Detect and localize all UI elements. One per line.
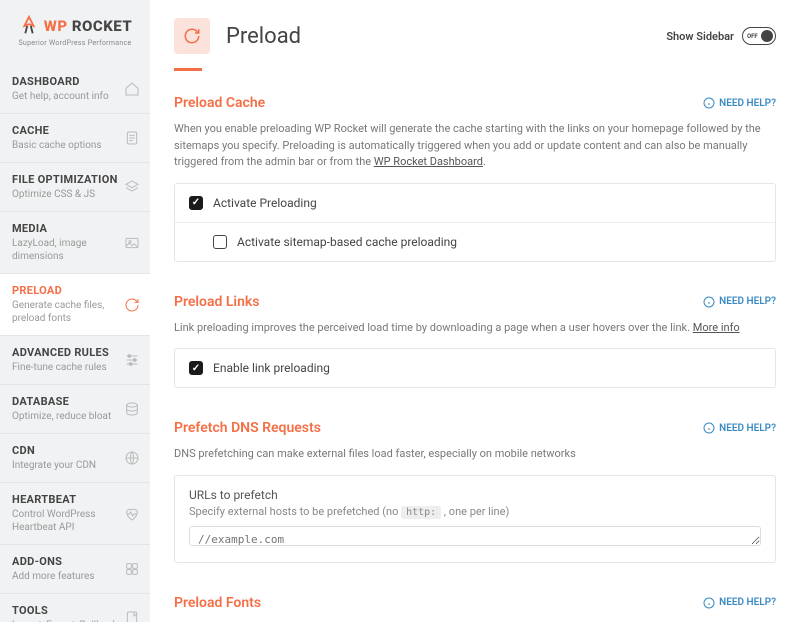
- option-enable-link-preloading[interactable]: Enable link preloading: [175, 349, 775, 387]
- show-sidebar-control: Show Sidebar OFF: [666, 27, 776, 45]
- rocket-icon: [18, 15, 40, 37]
- info-icon: [703, 597, 715, 609]
- home-icon: [124, 81, 140, 97]
- menu-title: FILE OPTIMIZATION: [12, 173, 138, 186]
- tools-icon: [124, 610, 140, 622]
- file-icon: [124, 130, 140, 146]
- sidebar-item-cache[interactable]: CACHE Basic cache options: [0, 114, 150, 163]
- sidebar-item-media[interactable]: MEDIA LazyLoad, image dimensions: [0, 212, 150, 274]
- page-title: Preload: [226, 24, 666, 49]
- show-sidebar-toggle[interactable]: OFF: [742, 27, 776, 45]
- database-icon: [124, 401, 140, 417]
- section-title: Preload Cache: [174, 95, 703, 111]
- sidebar-item-tools[interactable]: TOOLSImport, Export, Rollback: [0, 594, 150, 622]
- need-help-link[interactable]: NEED HELP?: [703, 97, 776, 109]
- sidebar-item-add-ons[interactable]: ADD-ONS Add more features: [0, 545, 150, 594]
- menu-title: CACHE: [12, 124, 138, 137]
- more-info-link[interactable]: More info: [693, 321, 740, 334]
- menu-title: ADVANCED RULES: [12, 346, 138, 359]
- preload-links-options: Enable link preloading: [174, 348, 776, 388]
- puzzle-icon: [124, 561, 140, 577]
- sidebar-item-dashboard[interactable]: DASHBOARD Get help, account info: [0, 65, 150, 114]
- menu-desc: Control WordPress Heartbeat API: [12, 508, 138, 534]
- menu-desc: LazyLoad, image dimensions: [12, 237, 138, 263]
- sidebar-item-file-optimization[interactable]: FILE OPTIMIZATION Optimize CSS & JS: [0, 163, 150, 212]
- menu-desc: Optimize, reduce bloat: [12, 410, 138, 423]
- dashboard-link[interactable]: WP Rocket Dashboard: [374, 155, 483, 168]
- show-sidebar-label: Show Sidebar: [666, 30, 734, 43]
- refresh-icon: [183, 27, 201, 45]
- menu-title: CDN: [12, 444, 138, 457]
- section-prefetch-dns: Prefetch DNS Requests NEED HELP? DNS pre…: [174, 420, 776, 563]
- menu-title: MEDIA: [12, 222, 138, 235]
- section-description: When you enable preloading WP Rocket wil…: [174, 121, 776, 171]
- section-title: Prefetch DNS Requests: [174, 420, 703, 436]
- menu-desc: Basic cache options: [12, 139, 138, 152]
- checkbox-sitemap-preloading[interactable]: [213, 235, 227, 249]
- menu-title: HEARTBEAT: [12, 493, 138, 506]
- option-sitemap-preloading[interactable]: Activate sitemap-based cache preloading: [175, 222, 775, 261]
- menu-desc: Optimize CSS & JS: [12, 188, 138, 201]
- menu-desc: Add more features: [12, 570, 138, 583]
- checkbox-activate-preloading[interactable]: [189, 196, 203, 210]
- sidebar-menu: DASHBOARD Get help, account info CACHE Basi…: [0, 65, 150, 622]
- info-icon: [703, 97, 715, 109]
- menu-title: TOOLS: [12, 604, 138, 617]
- checkbox-link-preloading[interactable]: [189, 361, 203, 375]
- logo-tagline: Superior WordPress Performance: [18, 39, 131, 47]
- globe-icon: [124, 450, 140, 466]
- logo: WP ROCKET Superior WordPress Performance: [0, 0, 150, 65]
- refresh-icon: [124, 297, 140, 313]
- prefetch-urls-box: URLs to prefetch Specify external hosts …: [174, 475, 776, 563]
- section-description: DNS prefetching can make external files …: [174, 446, 776, 463]
- info-icon: [703, 296, 715, 308]
- preload-header-icon: [174, 18, 210, 54]
- need-help-link[interactable]: NEED HELP?: [703, 597, 776, 609]
- urls-title: URLs to prefetch: [189, 488, 761, 502]
- section-description: Link preloading improves the perceived l…: [174, 320, 776, 337]
- menu-title: DATABASE: [12, 395, 138, 408]
- sidebar-item-cdn[interactable]: CDN Integrate your CDN: [0, 434, 150, 483]
- layers-icon: [124, 179, 140, 195]
- image-icon: [124, 235, 140, 251]
- toggle-knob: [761, 30, 773, 42]
- preload-cache-options: Activate Preloading Activate sitemap-bas…: [174, 183, 776, 262]
- menu-desc: Fine-tune cache rules: [12, 361, 138, 374]
- main-content: Preload Show Sidebar OFF Preload Cache N…: [150, 0, 800, 622]
- logo-text: WP ROCKET: [44, 17, 132, 35]
- sidebar-item-database[interactable]: DATABASE Optimize, reduce bloat: [0, 385, 150, 434]
- section-preload-links: Preload Links NEED HELP? Link preloading…: [174, 294, 776, 389]
- sliders-icon: [124, 352, 140, 368]
- urls-desc: Specify external hosts to be prefetched …: [189, 505, 761, 518]
- sidebar-item-preload[interactable]: PRELOAD Generate cache files, preload fon…: [0, 274, 150, 336]
- option-activate-preloading[interactable]: Activate Preloading: [175, 184, 775, 222]
- heart-icon: [124, 506, 140, 522]
- menu-desc: Generate cache files, preload fonts: [12, 299, 138, 325]
- info-icon: [703, 422, 715, 434]
- prefetch-urls-input[interactable]: [189, 526, 761, 546]
- need-help-link[interactable]: NEED HELP?: [703, 422, 776, 434]
- menu-desc: Integrate your CDN: [12, 459, 138, 472]
- section-preload-fonts: Preload Fonts NEED HELP? Improves perfor…: [174, 595, 776, 622]
- section-title: Preload Fonts: [174, 595, 703, 611]
- sidebar-item-heartbeat[interactable]: HEARTBEAT Control WordPress Heartbeat API: [0, 483, 150, 545]
- section-title: Preload Links: [174, 294, 703, 310]
- menu-title: ADD-ONS: [12, 555, 138, 568]
- sidebar-item-advanced-rules[interactable]: ADVANCED RULES Fine-tune cache rules: [0, 336, 150, 385]
- section-preload-cache: Preload Cache NEED HELP? When you enable…: [174, 95, 776, 262]
- need-help-link[interactable]: NEED HELP?: [703, 296, 776, 308]
- page-header: Preload Show Sidebar OFF: [150, 0, 800, 54]
- menu-title: DASHBOARD: [12, 75, 138, 88]
- menu-desc: Get help, account info: [12, 90, 138, 103]
- sidebar: WP ROCKET Superior WordPress Performance…: [0, 0, 150, 622]
- menu-title: PRELOAD: [12, 284, 138, 297]
